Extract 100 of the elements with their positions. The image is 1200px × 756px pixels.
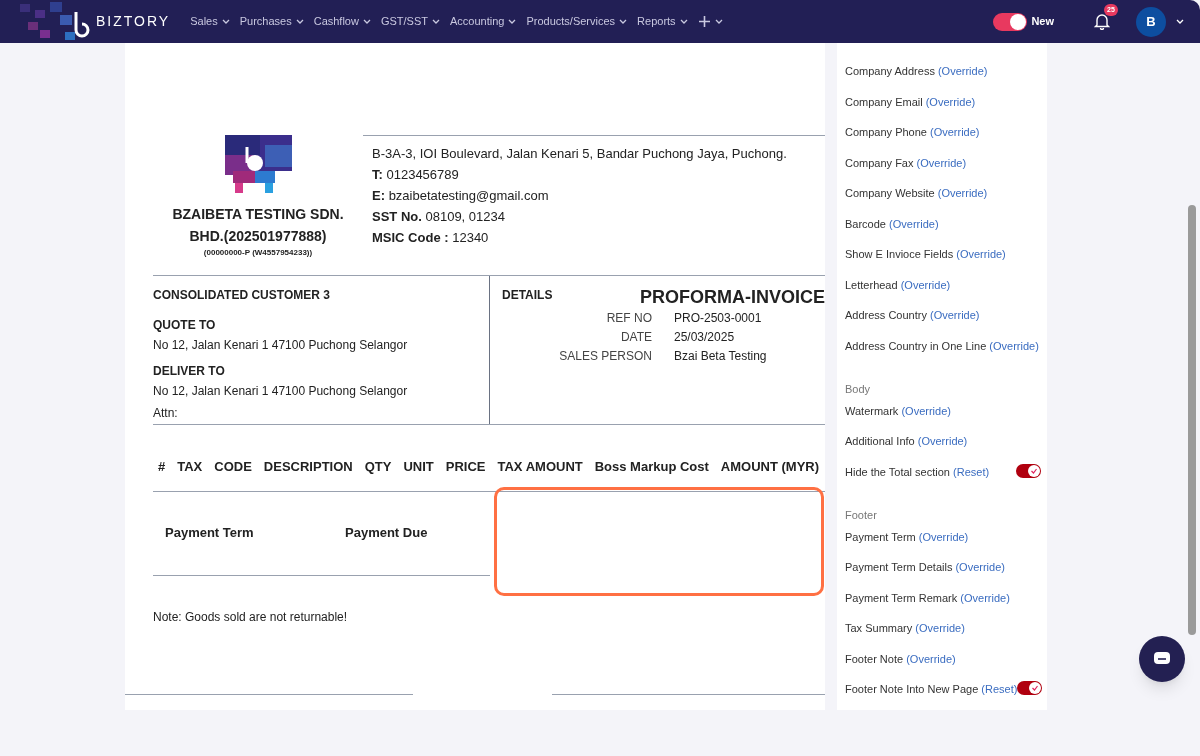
setting-action-link[interactable]: (Override) xyxy=(918,530,969,543)
company-contact: E: bzaibetatesting@gmail.com xyxy=(372,187,550,205)
user-avatar[interactable]: B xyxy=(1136,6,1166,37)
nav-menu[interactable]: Sales xyxy=(190,13,230,30)
attention-label: Attn: xyxy=(153,405,179,422)
setting-action-link[interactable]: (Override) xyxy=(956,248,1006,260)
setting-action-link[interactable]: (Override) xyxy=(906,652,956,665)
company-name: BZAIBETA TESTING SDN. BHD.(202501977888) xyxy=(171,205,345,246)
column-header: TAX AMOUNT xyxy=(497,458,583,476)
setting-label: Tax Summary (Override) xyxy=(845,621,965,636)
section-heading: Footer xyxy=(845,508,878,523)
caret-icon xyxy=(362,19,371,24)
details-label: DETAILS xyxy=(502,287,553,304)
setting-action-link[interactable]: (Override) xyxy=(960,591,1010,604)
detail-value: Bzai Beta Testing xyxy=(674,348,768,365)
setting-action-link[interactable]: (Override) xyxy=(900,278,951,291)
column-header: Boss Markup Cost xyxy=(594,458,709,476)
setting-action-link[interactable]: (Override) xyxy=(930,309,980,321)
detail-label: REF NO xyxy=(605,310,652,327)
setting-action-link[interactable]: (Override) xyxy=(917,435,968,447)
column-header: UNIT xyxy=(403,458,434,476)
setting-label: Watermark (Override) xyxy=(845,403,951,419)
setting-label: Company Website (Override) xyxy=(845,186,988,201)
footer-note: Note: Goods sold are not returnable! xyxy=(153,608,349,626)
brand-name: BIZTORY xyxy=(96,12,171,31)
caret-icon xyxy=(432,19,440,24)
company-registration: (00000000-P (W4557954233)) xyxy=(203,247,313,259)
nav-menu[interactable]: Reports xyxy=(637,13,688,30)
chat-button[interactable] xyxy=(1139,636,1185,682)
setting-label: Payment Term Remark (Override) xyxy=(845,590,1010,606)
detail-label: DATE xyxy=(619,329,652,346)
setting-action-link[interactable]: (Override) xyxy=(937,187,988,199)
setting-label: Company Address (Override) xyxy=(845,64,988,79)
setting-label: Address Country (Override) xyxy=(845,308,980,323)
payment-term-label: Payment Term xyxy=(165,524,255,543)
check-icon xyxy=(1030,466,1038,475)
setting-label: Letterhead (Override) xyxy=(845,277,951,293)
setting-label: Company Email (Override) xyxy=(845,94,976,110)
setting-label: Company Phone (Override) xyxy=(845,125,980,140)
setting-action-link[interactable]: (Reset) xyxy=(981,683,1018,695)
caret-icon xyxy=(1176,19,1184,24)
company-logo xyxy=(224,135,292,193)
payment-due-label: Payment Due xyxy=(345,524,428,543)
column-header: QTY xyxy=(364,458,392,476)
caret-icon xyxy=(508,19,517,24)
setting-label: Footer Note (Override) xyxy=(845,651,956,667)
setting-action-link[interactable]: (Override) xyxy=(989,339,1039,352)
setting-action-link[interactable]: (Override) xyxy=(901,404,951,417)
quote-to-label: QUOTE TO xyxy=(153,317,217,334)
detail-label: SALES PERSON xyxy=(558,348,652,365)
setting-action-link[interactable]: (Override) xyxy=(915,622,965,634)
column-header: DESCRIPTION xyxy=(263,458,353,476)
notifications-button[interactable] xyxy=(1094,13,1110,30)
setting-label: Payment Term (Override) xyxy=(845,529,969,545)
plus-icon xyxy=(697,15,711,28)
company-contact: SST No. 08109, 01234 xyxy=(372,208,506,226)
company-address: B-3A-3, IOI Boulevard, Jalan Kenari 5, Bandar Puchong Jaya, Puchong. xyxy=(372,145,788,163)
add-menu-button[interactable] xyxy=(697,15,723,28)
company-contact: T: 0123456789 xyxy=(372,166,460,184)
company-contact: MSIC Code : 12340 xyxy=(372,229,490,247)
setting-action-link[interactable]: (Override) xyxy=(930,126,980,138)
nav-menu[interactable]: Cashflow xyxy=(313,13,371,30)
setting-action-link[interactable]: (Override) xyxy=(925,95,976,108)
column-header: CODE xyxy=(214,458,252,476)
bell-icon xyxy=(1094,13,1110,30)
check-icon xyxy=(1031,684,1040,692)
setting-label: Hide the Total section (Reset) xyxy=(845,464,990,480)
nav-menu[interactable]: Products/Services xyxy=(526,13,628,30)
nav-menu[interactable]: GST/SST xyxy=(380,13,440,30)
section-heading: Body xyxy=(845,382,872,397)
column-header: TAX xyxy=(177,458,203,476)
quote-to-address: No 12, Jalan Kenari 1 47100 Puchong Selangor xyxy=(153,337,409,354)
toggle-switch[interactable] xyxy=(1017,681,1043,695)
column-header: # xyxy=(158,458,166,476)
setting-label: Show E Invioce Fields (Override) xyxy=(845,247,1006,262)
setting-action-link[interactable]: (Override) xyxy=(955,561,1005,573)
setting-action-link[interactable]: (Override) xyxy=(937,65,988,77)
caret-icon xyxy=(221,19,230,24)
setting-label: Payment Term Details (Override) xyxy=(845,560,1005,575)
nav-menu[interactable]: Accounting xyxy=(450,13,517,30)
toggle-switch[interactable] xyxy=(1016,463,1041,478)
caret-icon xyxy=(714,19,723,24)
setting-action-link[interactable]: (Reset) xyxy=(953,465,990,478)
document-title: PROFORMA-INVOICE xyxy=(640,286,825,309)
nav-menu[interactable]: Purchases xyxy=(239,13,304,30)
caret-icon xyxy=(619,19,628,24)
column-header: PRICE xyxy=(445,458,486,476)
detail-value: PRO-2503-0001 xyxy=(674,310,763,327)
setting-label: Company Fax (Override) xyxy=(845,155,967,171)
caret-icon xyxy=(679,19,688,24)
setting-action-link[interactable]: (Override) xyxy=(889,217,939,230)
setting-action-link[interactable]: (Override) xyxy=(916,156,967,169)
chat-icon xyxy=(1153,651,1171,667)
deliver-to-label: DELIVER TO xyxy=(153,363,226,380)
setting-label: Address Country in One Line (Override) xyxy=(845,338,1039,354)
setting-label: Footer Note Into New Page (Reset) xyxy=(845,682,1018,697)
deliver-to-address: No 12, Jalan Kenari 1 47100 Puchong Selangor xyxy=(153,383,409,400)
customer-name: CONSOLIDATED CUSTOMER 3 xyxy=(153,287,331,304)
caret-icon xyxy=(295,19,304,24)
detail-value: 25/03/2025 xyxy=(674,329,736,346)
